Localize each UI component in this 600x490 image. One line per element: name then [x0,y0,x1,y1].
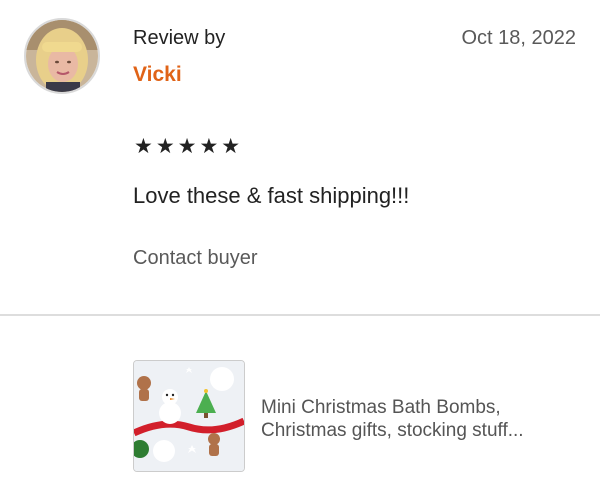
review-by-label: Review by [133,27,226,49]
section-divider [0,314,600,316]
product-title-line-2: Christmas gifts, stocking stuff... [261,420,524,441]
reviewer-avatar [24,18,100,94]
review-date: Oct 18, 2022 [461,27,576,49]
product-title-link[interactable]: Mini Christmas Bath Bombs, Christmas gif… [261,396,581,442]
star-rating: ★★★★★ [134,135,244,158]
reviewer-name-link[interactable]: Vicki [133,63,182,87]
contact-buyer-link[interactable]: Contact buyer [133,247,258,270]
product-image [134,361,244,471]
product-thumbnail[interactable] [133,360,245,472]
review-text: Love these & fast shipping!!! [133,183,410,208]
avatar-image [26,20,98,92]
product-title-line-1: Mini Christmas Bath Bombs, [261,397,501,418]
